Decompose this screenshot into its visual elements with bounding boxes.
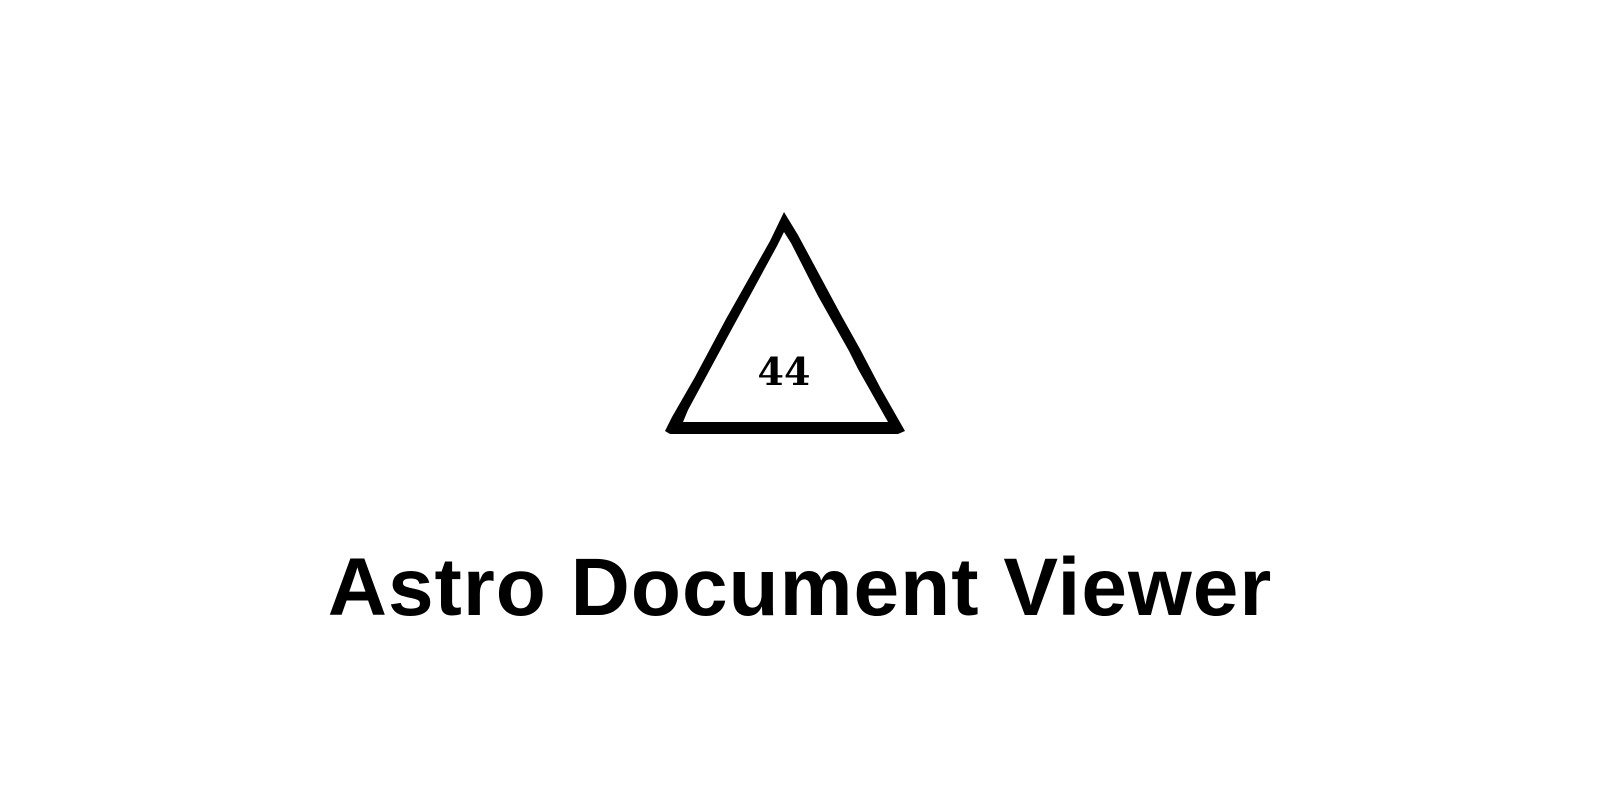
triangle-logo-icon: 44 xyxy=(665,212,905,434)
logo-number: 44 xyxy=(758,349,811,394)
app-logo: 44 xyxy=(660,205,920,445)
app-title: Astro Document Viewer xyxy=(327,542,1273,633)
splash-screen: 44 Astro Document Viewer xyxy=(0,0,1600,800)
